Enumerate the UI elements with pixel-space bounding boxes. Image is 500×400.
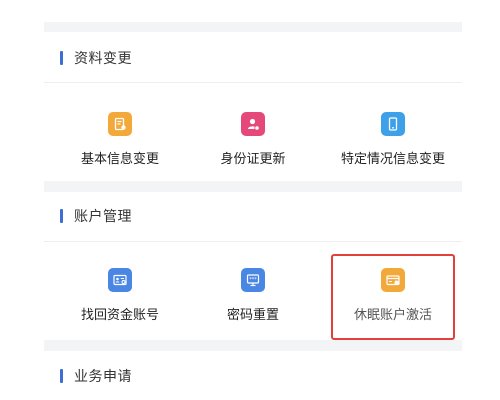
section-accent-bar bbox=[60, 209, 63, 223]
password-reset-button[interactable]: *** 密码重置 bbox=[185, 268, 321, 348]
id-card-search-icon bbox=[108, 268, 132, 292]
divider bbox=[44, 82, 462, 83]
section-title: 业务申请 bbox=[74, 369, 132, 385]
card-activate-icon bbox=[381, 268, 405, 292]
phone-icon bbox=[381, 112, 405, 136]
section-spacer bbox=[44, 340, 462, 351]
section-spacer bbox=[44, 22, 462, 32]
item-label: 基本信息变更 bbox=[80, 152, 159, 167]
special-situation-info-change-button[interactable]: 特定情况信息变更 bbox=[325, 112, 461, 192]
section-header-account-management: 账户管理 bbox=[60, 206, 132, 226]
section-header-business-application: 业务申请 bbox=[60, 366, 132, 386]
item-label: 身份证更新 bbox=[220, 152, 286, 167]
id-card-update-button[interactable]: 身份证更新 bbox=[185, 112, 321, 192]
section-accent-bar bbox=[60, 51, 63, 65]
service-menu-page: 资料变更 基本信息变更 身份证更新 特定情况信息变更 账户管理 找回资金账号 *… bbox=[0, 0, 500, 400]
dormant-account-activation-button[interactable]: 休眠账户激活 bbox=[331, 254, 455, 340]
svg-text:***: *** bbox=[249, 277, 257, 283]
item-label: 找回资金账号 bbox=[80, 308, 159, 323]
id-user-icon bbox=[241, 112, 265, 136]
section-spacer bbox=[44, 181, 462, 192]
password-reset-icon: *** bbox=[241, 268, 265, 292]
section-header-profile-change: 资料变更 bbox=[60, 48, 132, 68]
item-label: 特定情况信息变更 bbox=[340, 152, 445, 167]
section-title: 账户管理 bbox=[74, 209, 132, 225]
item-label: 休眠账户激活 bbox=[353, 308, 432, 323]
document-edit-icon bbox=[108, 112, 132, 136]
recover-fund-account-button[interactable]: 找回资金账号 bbox=[52, 268, 188, 348]
section-title: 资料变更 bbox=[74, 51, 132, 67]
section-accent-bar bbox=[60, 369, 63, 383]
item-label: 密码重置 bbox=[226, 308, 279, 323]
divider bbox=[44, 241, 462, 242]
basic-info-change-button[interactable]: 基本信息变更 bbox=[52, 112, 188, 192]
